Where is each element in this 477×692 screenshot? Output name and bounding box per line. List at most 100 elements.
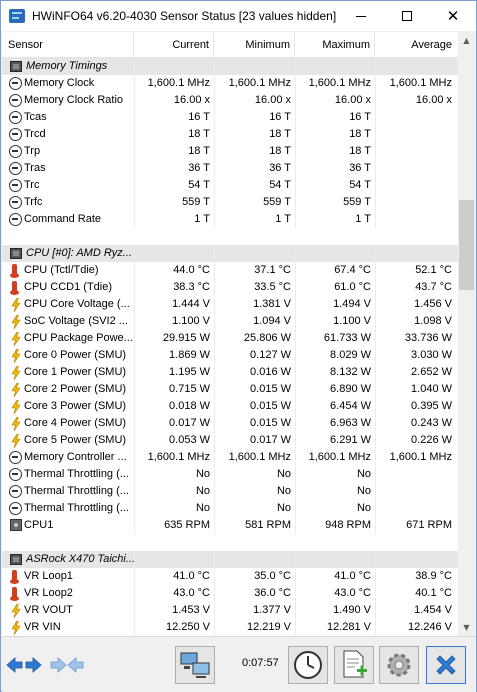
table-row[interactable]: Memory Clock Ratio 16.00 x 16.00 x 16.00 x 1… xyxy=(2,92,458,109)
average-value xyxy=(375,160,458,177)
close-monitor-button[interactable] xyxy=(426,646,466,684)
table-row[interactable]: Core 2 Power (SMU) 0.715 W 0.015 W 6.890 W 1… xyxy=(2,381,458,398)
sensor-name: Memory Controller ... xyxy=(24,451,127,463)
table-row[interactable]: Trp 18 T 18 T 18 T xyxy=(2,143,458,160)
table-row[interactable]: Core 0 Power (SMU) 1.869 W 0.127 W 8.029 W 3… xyxy=(2,347,458,364)
maximum-value: 1,600.1 MHz xyxy=(308,451,371,463)
table-row[interactable]: VR VIN 12.250 V 12.219 V 12.281 V 12.246 V xyxy=(2,619,458,636)
table-row[interactable]: VR Loop1 41.0 °C 35.0 °C 41.0 °C 38.9 °C xyxy=(2,568,458,585)
gauge-icon xyxy=(9,451,22,464)
sensor-name: Core 4 Power (SMU) xyxy=(24,417,127,429)
collapse-arrows-button[interactable] xyxy=(47,646,87,684)
table-row[interactable]: CPU CCD1 (Tdie) 38.3 °C 33.5 °C 61.0 °C 43.7… xyxy=(2,279,458,296)
table-row[interactable]: VR Loop2 43.0 °C 36.0 °C 43.0 °C 40.1 °C xyxy=(2,585,458,602)
minimize-button[interactable] xyxy=(338,1,384,31)
network-button[interactable] xyxy=(175,646,215,684)
current-value: 1.453 V xyxy=(172,604,210,616)
minimum-value: 1,600.1 MHz xyxy=(228,451,291,463)
lightning-icon xyxy=(11,400,21,414)
hwinfo-app-icon xyxy=(9,9,25,23)
current-value: 12.250 V xyxy=(165,621,210,633)
table-row[interactable]: Core 3 Power (SMU) 0.018 W 0.015 W 6.454 W 0… xyxy=(2,398,458,415)
average-value: 43.7 °C xyxy=(415,281,452,293)
sensor-name: Trp xyxy=(24,145,41,157)
table-row[interactable]: Thermal Throttling (... No No No xyxy=(2,466,458,483)
sensor-name: Command Rate xyxy=(24,213,102,225)
table-row[interactable]: CPU Package Powe... 29.915 W 25.806 W 61.73… xyxy=(2,330,458,347)
minimum-value: 1.377 V xyxy=(253,604,291,616)
table-row[interactable]: Core 4 Power (SMU) 0.017 W 0.015 W 6.963 W 0… xyxy=(2,415,458,432)
sensor-name: CPU CCD1 (Tdie) xyxy=(24,281,113,293)
title-bar[interactable]: HWiNFO64 v6.20-4030 Sensor Status [23 va… xyxy=(1,1,476,31)
current-value: 0.017 W xyxy=(169,417,210,429)
table-row[interactable]: CPU Core Voltage (... 1.444 V 1.381 V 1.494… xyxy=(2,296,458,313)
table-row[interactable]: Tcas 16 T 16 T 16 T xyxy=(2,109,458,126)
table-row[interactable]: VR VOUT 1.453 V 1.377 V 1.490 V 1.454 V xyxy=(2,602,458,619)
average-value xyxy=(375,126,458,143)
average-value xyxy=(375,211,458,228)
column-header-minimum[interactable]: Minimum xyxy=(214,32,295,58)
table-row[interactable]: CPU1 635 RPM 581 RPM 948 RPM 671 RPM xyxy=(2,517,458,534)
lightning-icon xyxy=(11,604,21,618)
scroll-down-arrow-icon[interactable]: ▼ xyxy=(458,619,475,636)
expand-arrows-button[interactable] xyxy=(4,646,44,684)
lightning-icon xyxy=(11,383,21,397)
maximum-value: 61.0 °C xyxy=(334,281,371,293)
table-row[interactable]: CPU (Tctl/Tdie) 44.0 °C 37.1 °C 67.4 °C 52.1… xyxy=(2,262,458,279)
minimum-value: No xyxy=(276,502,291,514)
table-row[interactable]: SoC Voltage (SVI2 ... 1.100 V 1.094 V 1.100… xyxy=(2,313,458,330)
vertical-scrollbar[interactable]: ▲ ▼ xyxy=(458,32,475,636)
close-icon: ✕ xyxy=(446,7,460,25)
table-row[interactable]: Thermal Throttling (... No No No xyxy=(2,500,458,517)
maximum-value: 36 T xyxy=(349,162,371,174)
table-row[interactable]: Tras 36 T 36 T 36 T xyxy=(2,160,458,177)
clock-button[interactable] xyxy=(288,646,328,684)
lightning-icon xyxy=(11,417,21,431)
average-value: 52.1 °C xyxy=(415,264,452,276)
minimum-value: No xyxy=(276,468,291,480)
minimum-value: 581 RPM xyxy=(245,519,291,531)
sensor-group-row[interactable]: Memory Timings xyxy=(2,58,458,75)
maximum-value: 43.0 °C xyxy=(334,587,371,599)
table-row[interactable]: Command Rate 1 T 1 T 1 T xyxy=(2,211,458,228)
gauge-icon xyxy=(9,468,22,481)
current-value: 16.00 x xyxy=(173,94,210,106)
gauge-icon xyxy=(9,179,22,192)
settings-button[interactable] xyxy=(379,646,419,684)
sensor-name: Core 2 Power (SMU) xyxy=(24,383,127,395)
sensor-table[interactable]: Sensor Current Minimum Maximum Average M… xyxy=(2,32,458,636)
sensor-name: VR VIN xyxy=(24,621,61,633)
lightning-icon xyxy=(11,349,21,363)
current-value: 1 T xyxy=(194,213,210,225)
column-header-maximum[interactable]: Maximum xyxy=(295,32,375,58)
table-row[interactable]: Trfc 559 T 559 T 559 T xyxy=(2,194,458,211)
table-row[interactable]: Core 1 Power (SMU) 1.195 W 0.016 W 8.132 W 2… xyxy=(2,364,458,381)
group-label: ASRock X470 Taichi... xyxy=(26,553,136,565)
table-row[interactable]: Trcd 18 T 18 T 18 T xyxy=(2,126,458,143)
lightning-icon xyxy=(11,298,21,312)
gauge-icon xyxy=(9,94,22,107)
maximize-button[interactable] xyxy=(384,1,430,31)
scrollbar-thumb[interactable] xyxy=(459,200,474,290)
chip-icon xyxy=(10,248,22,259)
sensor-name: VR VOUT xyxy=(24,604,73,616)
bottom-toolbar: 0:07:57 xyxy=(2,636,476,692)
table-row[interactable]: Trc 54 T 54 T 54 T xyxy=(2,177,458,194)
minimum-value: No xyxy=(276,485,291,497)
minimum-value: 1,600.1 MHz xyxy=(228,77,291,89)
maximum-value: 8.132 W xyxy=(330,366,371,378)
sensor-group-row[interactable]: ASRock X470 Taichi... xyxy=(2,551,458,568)
column-header-sensor[interactable]: Sensor xyxy=(2,32,134,58)
scroll-up-arrow-icon[interactable]: ▲ xyxy=(458,32,475,49)
column-divider xyxy=(375,551,376,568)
add-report-button[interactable] xyxy=(334,646,374,684)
column-header-current[interactable]: Current xyxy=(134,32,214,58)
table-row[interactable]: Core 5 Power (SMU) 0.053 W 0.017 W 6.291 W 0… xyxy=(2,432,458,449)
table-row[interactable]: Memory Controller ... 1,600.1 MHz 1,600.1 … xyxy=(2,449,458,466)
sensor-group-row[interactable]: CPU [#0]: AMD Ryz... xyxy=(2,245,458,262)
table-row[interactable]: Memory Clock 1,600.1 MHz 1,600.1 MHz 1,600.… xyxy=(2,75,458,92)
column-header-average[interactable]: Average xyxy=(375,32,458,58)
maximum-value: 16.00 x xyxy=(334,94,371,106)
close-button[interactable]: ✕ xyxy=(430,1,476,31)
table-row[interactable]: Thermal Throttling (... No No No xyxy=(2,483,458,500)
